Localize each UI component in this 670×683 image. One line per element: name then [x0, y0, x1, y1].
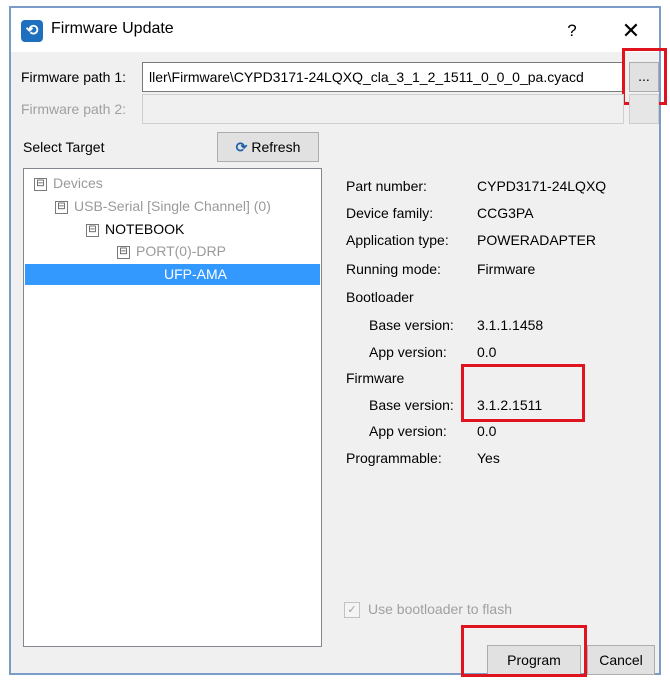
use-bootloader-label: Use bootloader to flash — [368, 601, 512, 617]
refresh-button[interactable]: ⟳ Refresh — [217, 132, 319, 162]
part-number-value: CYPD3171-24LQXQ — [477, 178, 607, 194]
tree-node-port0[interactable]: ⊟ PORT(0)-DRP — [117, 241, 226, 261]
app-type-label: Application type: — [346, 232, 449, 248]
tree-node-devices[interactable]: ⊟ Devices — [34, 173, 103, 193]
tree-node-usb-serial[interactable]: ⊟ USB-Serial [Single Channel] (0) — [55, 196, 271, 216]
version-highlight-box — [461, 364, 585, 422]
program-highlight-box — [461, 625, 587, 677]
app-icon: ⟲ — [21, 20, 43, 42]
fw-app-version-label: App version: — [369, 423, 447, 439]
device-family-label: Device family: — [346, 205, 434, 221]
bl-app-version-label: App version: — [369, 344, 447, 360]
firmware-path-2-input[interactable] — [142, 94, 624, 124]
running-mode-value: Firmware — [477, 261, 536, 277]
programmable-value: Yes — [477, 450, 500, 466]
firmware-path-1-label: Firmware path 1: — [21, 69, 127, 85]
title-bar: ⟲ Firmware Update ? ✕ — [11, 8, 659, 52]
bl-base-version-label: Base version: — [369, 317, 454, 333]
refresh-label: Refresh — [251, 139, 301, 155]
refresh-icon: ⟳ — [235, 139, 248, 155]
programmable-label: Programmable: — [346, 450, 442, 466]
collapse-icon[interactable]: ⊟ — [55, 200, 68, 214]
cancel-button[interactable]: Cancel — [587, 645, 655, 675]
fw-app-version-value: 0.0 — [477, 423, 497, 439]
select-target-label: Select Target — [23, 139, 105, 155]
bl-app-version-value: 0.0 — [477, 344, 497, 360]
tree-node-notebook[interactable]: ⊟ NOTEBOOK — [86, 219, 184, 239]
firmware-update-dialog: ⟲ Firmware Update ? ✕ Firmware path 1: l… — [9, 6, 667, 677]
part-number-label: Part number: — [346, 178, 427, 194]
device-family-value: CCG3PA — [477, 205, 534, 221]
bl-base-version-value: 3.1.1.1458 — [477, 317, 544, 333]
browse-2-button[interactable] — [629, 94, 659, 124]
use-bootloader-checkbox[interactable]: ✓ — [344, 602, 360, 618]
collapse-icon[interactable]: ⊟ — [117, 245, 130, 259]
collapse-icon[interactable]: ⊟ — [34, 177, 47, 191]
window-title: Firmware Update — [51, 20, 174, 37]
firmware-path-1-input[interactable]: ller\Firmware\CYPD3171-24LQXQ_cla_3_1_2_… — [142, 62, 624, 92]
collapse-icon[interactable]: ⊟ — [86, 223, 99, 237]
fw-base-version-label: Base version: — [369, 397, 454, 413]
firmware-heading: Firmware — [346, 370, 405, 386]
tree-node-ufp-ama[interactable]: UFP-AMA — [164, 264, 227, 284]
device-tree[interactable]: ⊟ Devices ⊟ USB-Serial [Single Channel] (0… — [23, 168, 322, 647]
help-button[interactable]: ? — [557, 18, 587, 44]
app-type-value: POWERADAPTER — [477, 232, 597, 248]
close-button[interactable]: ✕ — [611, 16, 651, 46]
bootloader-heading: Bootloader — [346, 289, 414, 305]
running-mode-label: Running mode: — [346, 261, 441, 277]
firmware-path-2-label: Firmware path 2: — [21, 101, 127, 117]
